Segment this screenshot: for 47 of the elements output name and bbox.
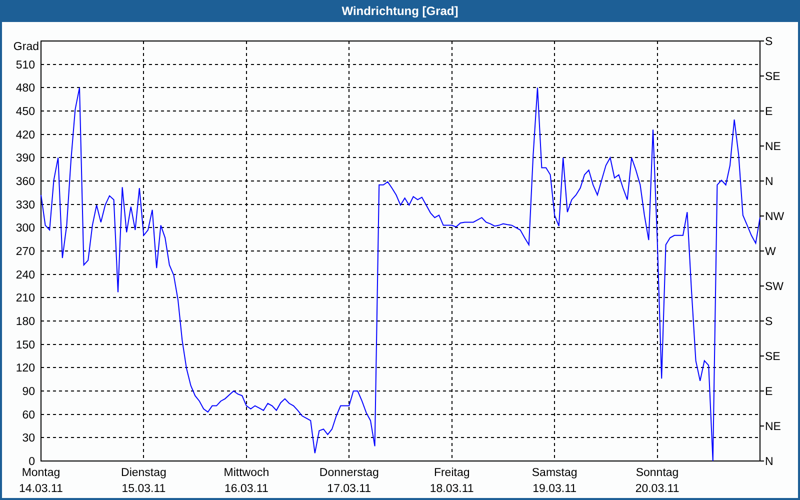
- compass-tick-label: NE: [765, 141, 781, 153]
- y-tick-label: 210: [16, 292, 35, 305]
- y-tick-label: 330: [16, 199, 35, 212]
- compass-tick-label: SE: [765, 351, 780, 363]
- x-tick-label: Freitag: [434, 467, 470, 479]
- compass-tick-label: W: [765, 246, 776, 258]
- compass-tick-label: S: [765, 36, 773, 48]
- x-tick-label: Montag: [22, 467, 60, 479]
- x-tick-date: 17.03.11: [327, 483, 372, 495]
- x-tick-label: Samstag: [532, 467, 578, 479]
- y-tick-label: 180: [16, 316, 35, 328]
- y-tick-label: 480: [16, 82, 35, 95]
- x-tick-date: 16.03.11: [224, 483, 268, 495]
- compass-tick-label: SW: [765, 281, 784, 293]
- y-axis-title: Grad: [13, 41, 39, 53]
- compass-tick-label: N: [765, 456, 774, 468]
- y-tick-label: 150: [16, 339, 35, 352]
- y-tick-label: 510: [16, 59, 35, 72]
- x-tick-label: Sonntag: [636, 467, 679, 479]
- x-tick-date: 20.03.11: [635, 483, 680, 495]
- compass-tick-label: NE: [765, 421, 781, 433]
- y-tick-label: 390: [16, 152, 35, 165]
- x-tick-date: 18.03.11: [430, 483, 474, 495]
- y-tick-label: 270: [16, 246, 35, 258]
- x-tick-date: 15.03.11: [122, 483, 166, 495]
- window-title: Windrichtung [Grad]: [342, 4, 458, 18]
- y-tick-label: 300: [16, 222, 35, 235]
- compass-tick-label: NW: [765, 211, 784, 223]
- compass-tick-label: E: [765, 386, 773, 398]
- x-tick-date: 14.03.11: [19, 483, 63, 495]
- y-tick-label: 0: [28, 456, 35, 468]
- y-tick-label: 420: [16, 129, 35, 142]
- compass-tick-label: SE: [765, 71, 780, 83]
- compass-tick-label: N: [765, 176, 774, 188]
- y-tick-label: 60: [22, 409, 35, 422]
- y-tick-label: 240: [16, 269, 35, 282]
- y-tick-label: 450: [16, 106, 35, 118]
- compass-tick-label: E: [765, 106, 773, 118]
- y-tick-label: 30: [22, 432, 35, 445]
- y-tick-label: 120: [16, 362, 35, 375]
- x-tick-label: Mittwoch: [224, 467, 270, 479]
- x-tick-date: 19.03.11: [532, 483, 577, 495]
- y-tick-label: 360: [16, 176, 35, 188]
- y-tick-label: 90: [22, 386, 35, 398]
- compass-tick-label: S: [765, 316, 773, 328]
- x-tick-label: Donnerstag: [319, 467, 379, 479]
- x-tick-label: Dienstag: [121, 467, 166, 479]
